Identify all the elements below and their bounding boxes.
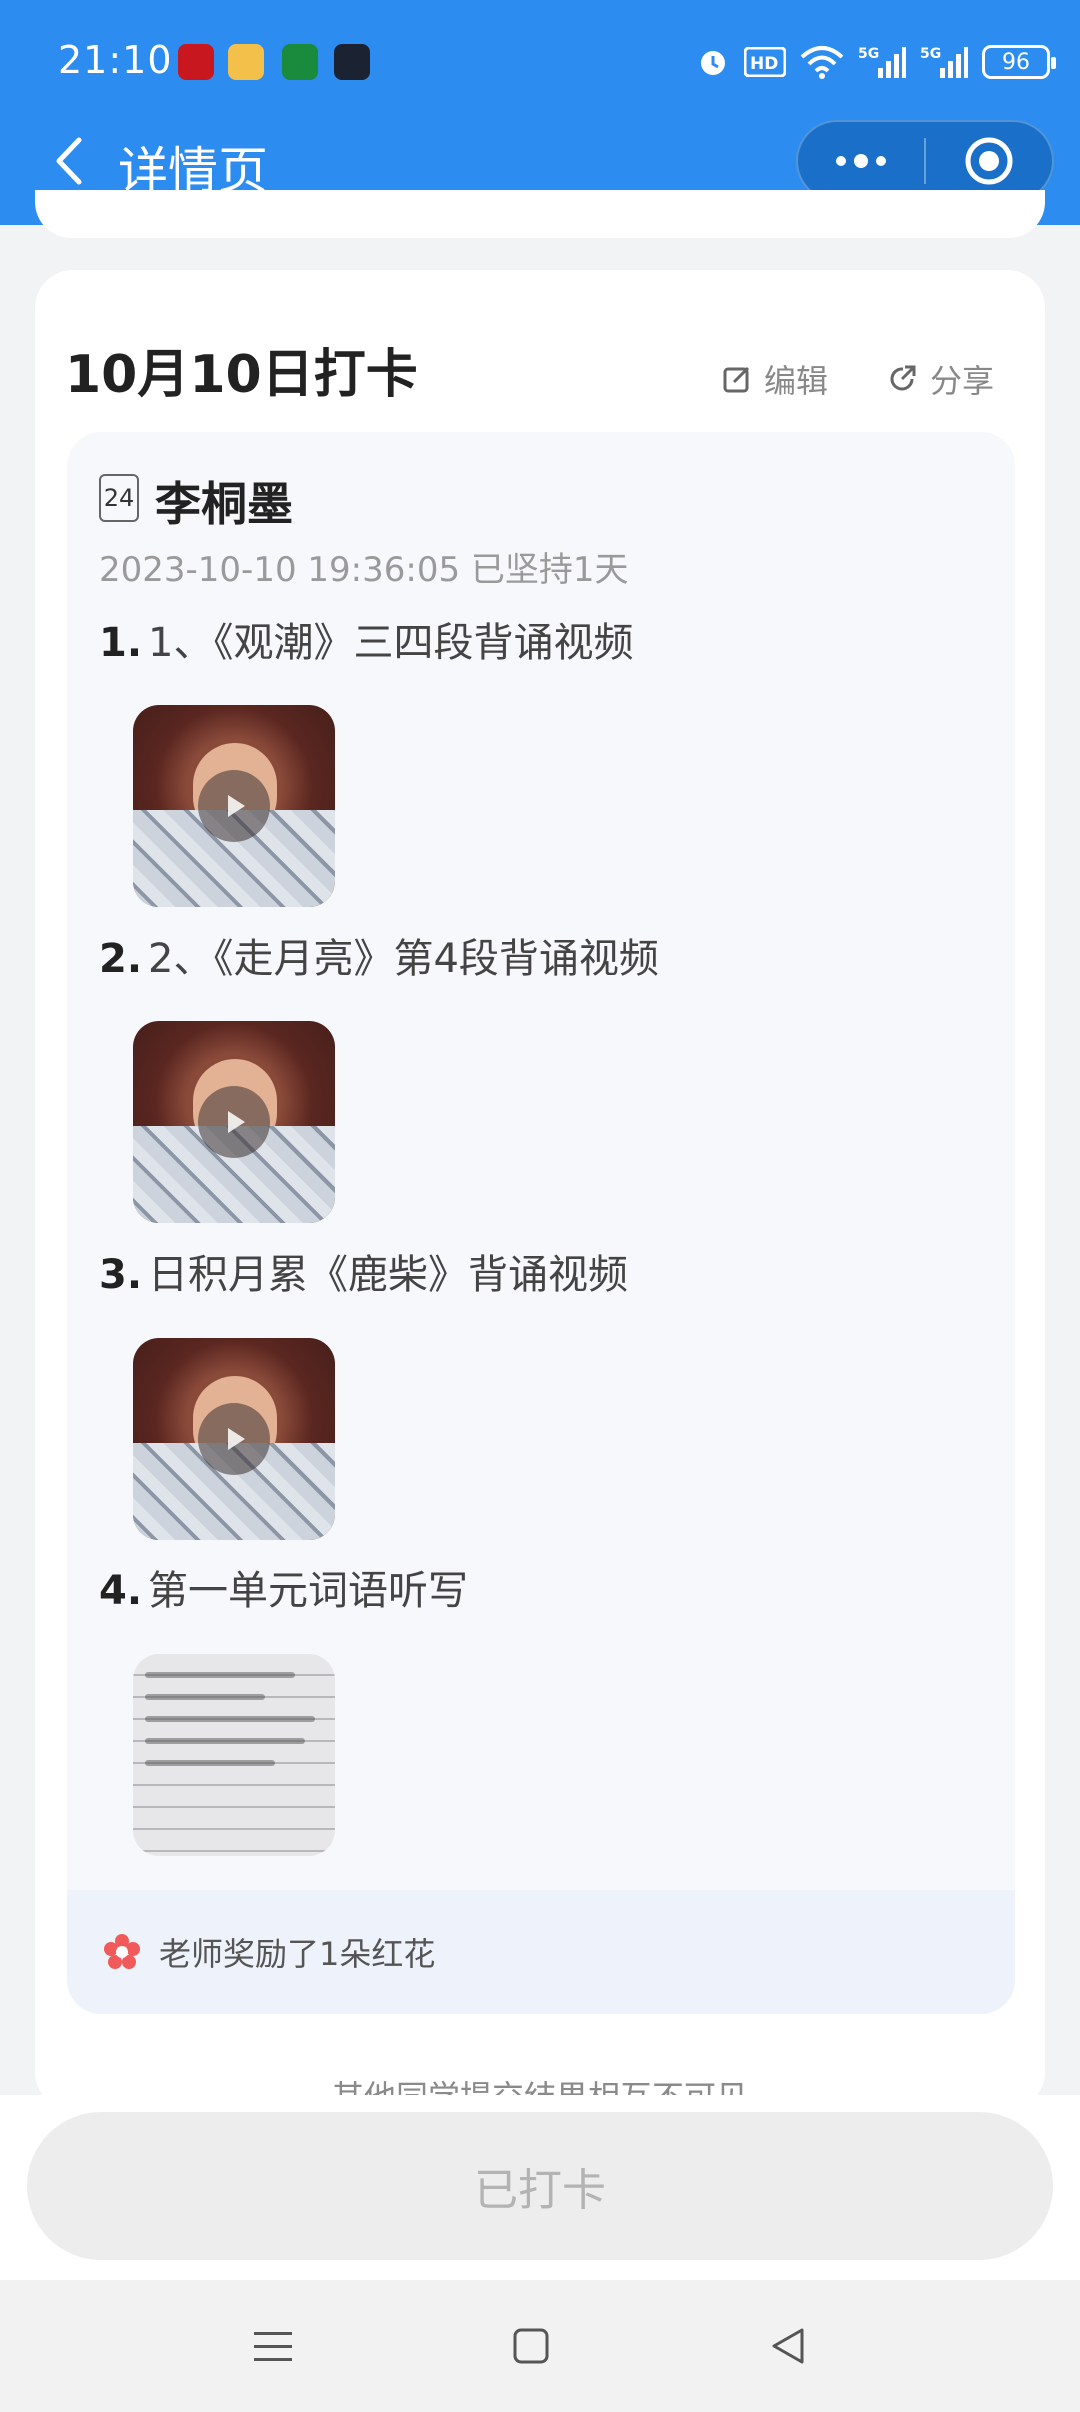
back-button[interactable] — [40, 133, 96, 189]
task-item: 3. 日积月累《鹿柴》背诵视频 — [99, 1242, 628, 1300]
handwriting-line — [145, 1694, 265, 1700]
submission-panel: 24 李桐墨 2023-10-10 19:36:05 已坚持1天 1. 1、《观潮… — [67, 432, 1015, 2014]
status-bar: 21:10 HD 5G 5G 96 — [0, 0, 1080, 125]
edit-icon — [723, 366, 750, 393]
menu-icon — [254, 2332, 292, 2361]
handwriting-line — [145, 1760, 275, 1766]
home-button[interactable] — [505, 2320, 557, 2372]
task-item: 4. 第一单元词语听写 — [99, 1558, 468, 1616]
share-label: 分享 — [930, 362, 995, 400]
back-triangle-icon — [772, 2328, 804, 2364]
previous-card-edge — [35, 190, 1045, 238]
reward-text: 老师奖励了1朵红花 — [159, 1935, 436, 1973]
calendar-day: 24 — [103, 484, 135, 512]
share-icon — [890, 365, 916, 391]
menu-button[interactable] — [247, 2320, 299, 2372]
task-text: 第一单元词语听写 — [148, 1568, 469, 1614]
xuexi-app-icon — [178, 44, 214, 80]
reward-banner: 老师奖励了1朵红花 — [67, 1890, 1015, 2014]
play-icon — [198, 1086, 270, 1158]
checkin-card: 10月10日打卡 编辑 分享 24 李桐墨 2023-10-10 19:36:0… — [35, 270, 1045, 2110]
submission-meta: 2023-10-10 19:36:05 已坚持1天 — [99, 550, 629, 590]
card-title: 10月10日打卡 — [65, 345, 418, 405]
handwriting-line — [145, 1716, 315, 1722]
video-thumbnail[interactable] — [133, 1338, 335, 1540]
task-text: 日积月累《鹿柴》背诵视频 — [148, 1252, 629, 1298]
hd-icon: HD — [744, 44, 786, 80]
share-button[interactable]: 分享 — [888, 356, 994, 402]
play-icon — [198, 770, 270, 842]
play-icon — [198, 1403, 270, 1475]
system-nav-bar — [0, 2280, 1080, 2412]
svg-text:HD: HD — [750, 54, 778, 74]
monkey-app-icon — [228, 44, 264, 80]
task-number: 4. — [99, 1568, 143, 1614]
task-text: 1、《观潮》三四段背诵视频 — [148, 620, 634, 666]
video-thumbnail[interactable] — [133, 705, 335, 907]
alarm-icon — [696, 44, 730, 80]
signal-5g-icon: 5G — [920, 44, 968, 80]
task-number: 3. — [99, 1252, 143, 1298]
svg-text:5G: 5G — [920, 46, 941, 62]
task-item: 1. 1、《观潮》三四段背诵视频 — [99, 610, 633, 668]
oppo-app-icon — [282, 44, 318, 80]
flower-icon — [104, 1934, 140, 1969]
battery-icon: 96 — [982, 45, 1056, 79]
more-dots-icon — [836, 154, 886, 168]
edit-button[interactable]: 编辑 — [722, 356, 828, 402]
video-thumbnail[interactable] — [133, 1021, 335, 1223]
task-text: 2、《走月亮》第4段背诵视频 — [148, 936, 659, 982]
handwriting-line — [145, 1672, 295, 1678]
handwriting-line — [145, 1738, 305, 1744]
home-square-icon — [513, 2328, 549, 2364]
more-button[interactable] — [798, 122, 924, 200]
calendar-icon: 24 — [99, 474, 139, 522]
image-thumbnail[interactable] — [133, 1654, 335, 1856]
student-name: 李桐墨 — [155, 477, 293, 531]
bottom-action-bar: 已打卡 — [0, 2095, 1080, 2280]
close-miniprogram-button[interactable] — [926, 122, 1052, 200]
checked-in-button[interactable]: 已打卡 — [27, 2112, 1053, 2260]
edit-label: 编辑 — [764, 362, 829, 400]
mail-app-icon — [334, 44, 370, 80]
svg-text:5G: 5G — [858, 46, 879, 62]
status-time: 21:10 — [58, 38, 173, 82]
target-icon — [965, 137, 1013, 185]
chevron-left-icon — [56, 137, 82, 185]
wifi-icon — [800, 44, 844, 80]
back-nav-button[interactable] — [762, 2320, 814, 2372]
task-number: 1. — [99, 620, 143, 666]
battery-level: 96 — [1002, 49, 1030, 75]
task-number: 2. — [99, 936, 143, 982]
status-icons: HD 5G 5G 96 — [696, 40, 1056, 84]
signal-5g-icon: 5G — [858, 44, 906, 80]
task-item: 2. 2、《走月亮》第4段背诵视频 — [99, 926, 659, 984]
